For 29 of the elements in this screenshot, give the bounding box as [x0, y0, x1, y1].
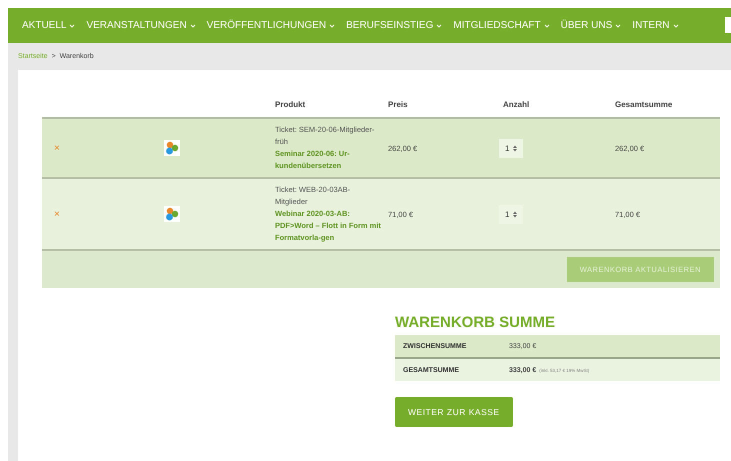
nav-menu-item[interactable]: AKTUELL — [22, 20, 76, 31]
checkout-button[interactable]: WEITER ZUR KASSE — [395, 397, 513, 427]
column-header: Anzahl — [503, 99, 530, 111]
nav-menu-item[interactable]: VERÖFFENTLICHUNGEN — [206, 20, 336, 31]
column-header: Gesamtsumme — [615, 99, 674, 111]
totals-heading: WARENKORB SUMME — [395, 314, 556, 331]
search-field[interactable] — [725, 17, 731, 33]
chevron-down-icon — [436, 24, 442, 28]
colored-circles-icon — [164, 206, 180, 222]
quantity-field[interactable]: 1 — [499, 138, 524, 158]
nav-menu-item[interactable]: ÜBER UNS — [560, 20, 622, 31]
chevron-down-icon — [69, 24, 76, 28]
chevron-down-icon — [615, 24, 622, 28]
remove-icon[interactable]: × — [42, 142, 60, 154]
chevron-down-icon — [544, 24, 550, 28]
column-header: Produkt — [275, 99, 306, 111]
column-header: Preis — [388, 99, 409, 111]
colored-circles-icon — [164, 140, 180, 156]
remove-icon[interactable]: × — [42, 208, 60, 220]
nav-menu-item[interactable]: INTERN — [632, 20, 679, 31]
spinner-arrows-icon[interactable] — [513, 144, 518, 152]
nav-menu-item[interactable]: BERUFSEINSTIEG — [346, 20, 442, 31]
chevron-down-icon — [190, 24, 196, 28]
chevron-down-icon — [672, 24, 679, 28]
chevron-down-icon — [329, 24, 336, 28]
nav-menu-item[interactable]: VERANSTALTUNGEN — [86, 20, 196, 31]
nav-menu-item[interactable]: MITGLIEDSCHAFT — [453, 20, 550, 31]
spinner-arrows-icon[interactable] — [513, 210, 518, 218]
quantity-field[interactable]: 1 — [499, 204, 524, 224]
